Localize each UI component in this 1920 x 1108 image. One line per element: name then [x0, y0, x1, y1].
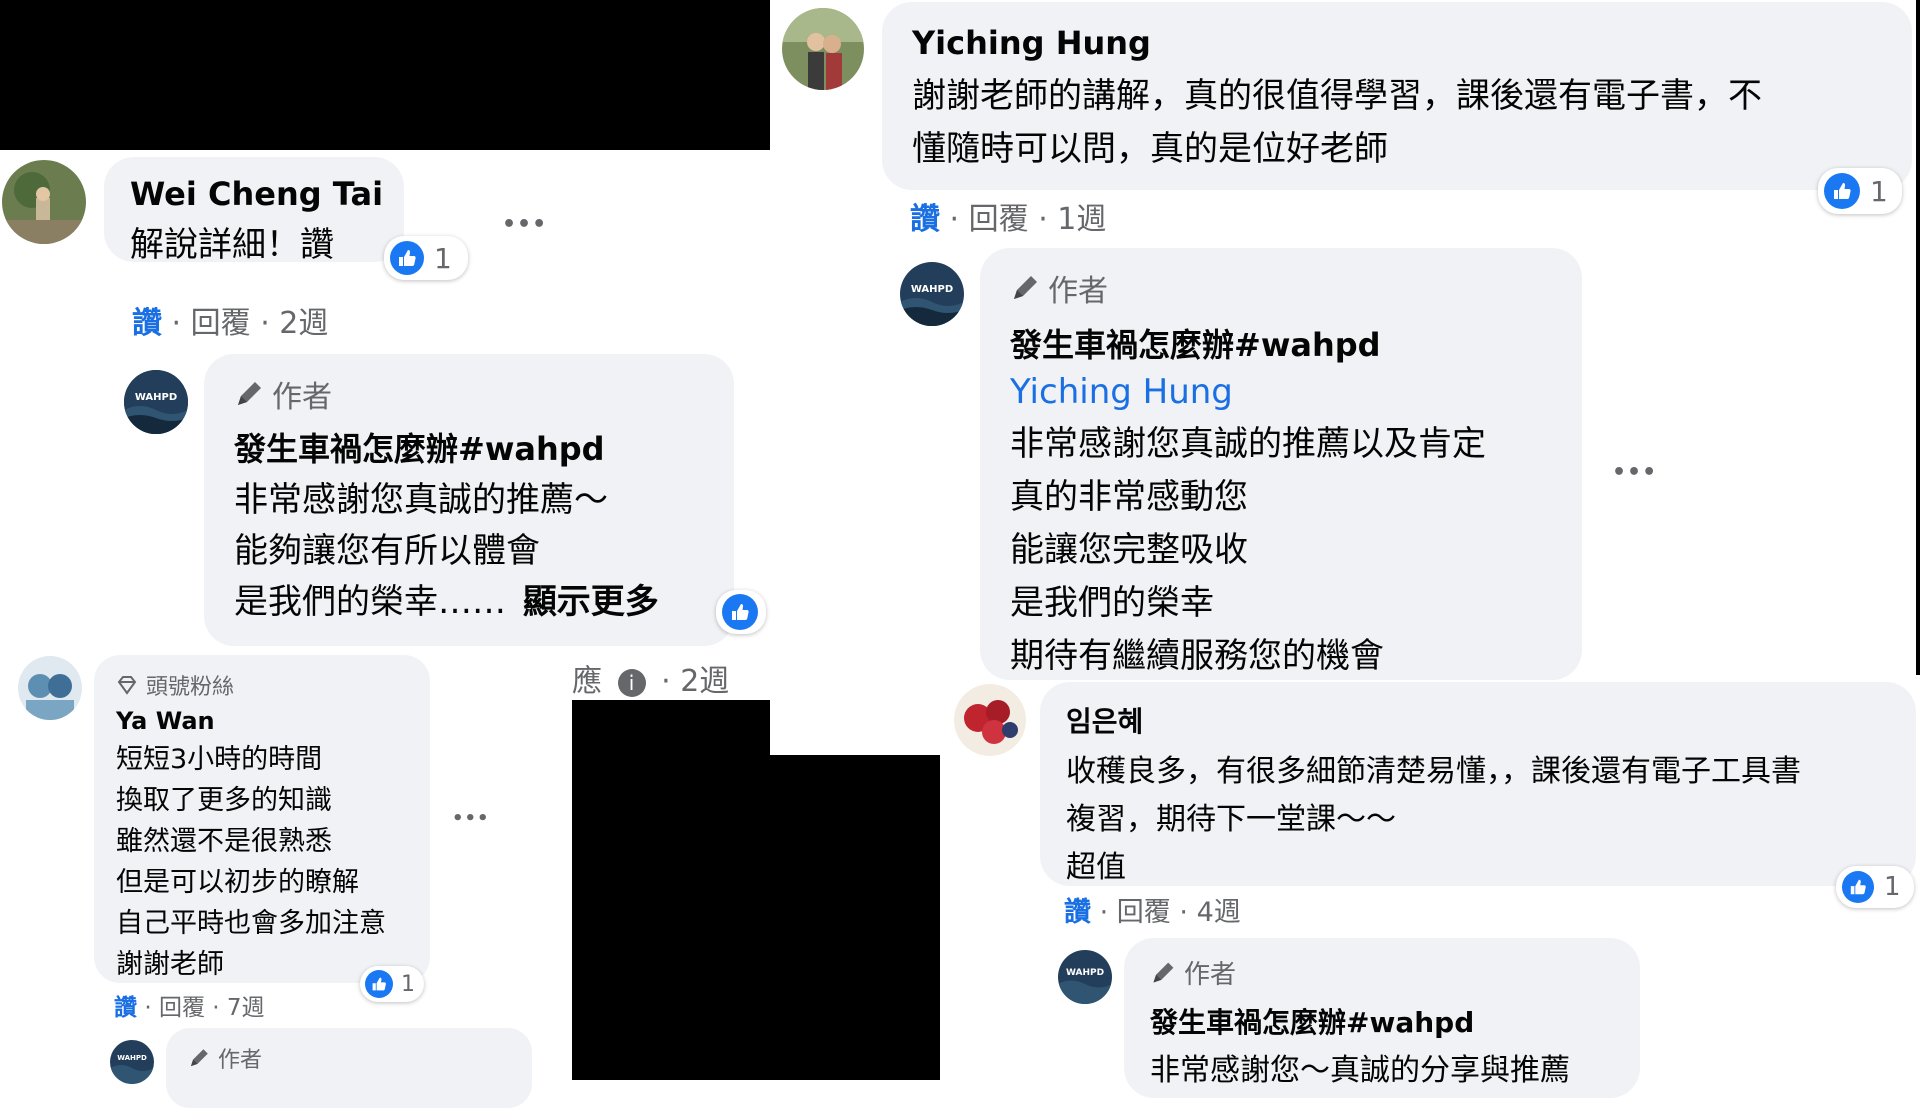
diamond-icon [117, 676, 137, 695]
avatar[interactable] [954, 684, 1026, 756]
reply-bubble: 作者 發生車禍怎麼辦#wahpd Yiching Hung 非常感謝您真誠的推薦… [980, 248, 1582, 680]
pencil-icon [1014, 276, 1037, 299]
like-reaction-icon [1824, 173, 1860, 209]
author-badge: 作者 [188, 1042, 510, 1074]
like-link[interactable]: 讚 [910, 202, 940, 237]
author-badge: 作者 [1010, 266, 1552, 310]
more-options-icon[interactable]: ••• [1612, 460, 1657, 485]
reply-text: 非常感謝您真誠的推薦～ [234, 480, 608, 520]
reaction-count: 1 [401, 971, 415, 997]
reply-link[interactable]: 回覆 [191, 306, 251, 341]
reply-text: 非常感謝您真誠的推薦以及肯定 [1010, 424, 1486, 464]
comment-text: 自己平時也會多加注意 [116, 908, 386, 939]
reply-text: 期待有繼續服務您的機會 [1010, 636, 1384, 676]
commenter-name[interactable]: Ya Wan [116, 707, 408, 735]
comment-text: 換取了更多的知識 [116, 785, 332, 816]
reply-text: 能夠讓您有所以體會 [234, 531, 540, 571]
svg-text:WAHPD: WAHPD [1066, 968, 1104, 978]
reply-link[interactable]: 回覆 [1117, 897, 1171, 928]
commenter-name[interactable]: 임은혜 [1066, 700, 1890, 740]
page-avatar[interactable]: WAHPD [124, 370, 188, 434]
commenter-name[interactable]: Yiching Hung [912, 24, 1882, 62]
svg-text:WAHPD: WAHPD [135, 392, 177, 403]
comment-bubble: 頭號粉絲 Ya Wan 短短3小時的時間 換取了更多的知識 雖然還不是很熟悉 但… [94, 655, 430, 983]
reaction-badge[interactable]: 1 [384, 236, 468, 280]
comment-actions: 讚 · 回覆 · 7週 [114, 995, 265, 1021]
commenter-name[interactable]: Wei Cheng Tai [130, 175, 383, 213]
reply-text: 是我們的榮幸 [1010, 583, 1214, 623]
reply-bubble: 作者 [166, 1028, 532, 1108]
redaction-block-middle-lower [770, 755, 940, 1080]
like-link[interactable]: 讚 [114, 995, 137, 1021]
like-link[interactable]: 讚 [132, 306, 162, 341]
pencil-icon [1153, 962, 1174, 983]
page-avatar[interactable]: WAHPD [1058, 950, 1112, 1004]
comment-bubble: Wei Cheng Tai 解說詳細！讚 [104, 157, 404, 265]
svg-text:WAHPD: WAHPD [911, 284, 953, 295]
page-avatar[interactable]: WAHPD [110, 1040, 154, 1084]
more-options-icon[interactable]: ••• [452, 808, 490, 829]
comment-text: 超值 [1066, 850, 1126, 885]
page-name[interactable]: 發生車禍怎麼辦#wahpd [1150, 1001, 1614, 1041]
reaction-badge[interactable] [716, 590, 766, 634]
reply-bubble: 作者 發生車禍怎麼辦#wahpd 非常感謝您真誠的推薦～ 能夠讓您有所以體會 是… [204, 354, 734, 646]
comment-text: 解說詳細！讚 [130, 225, 334, 265]
like-reaction-icon [390, 241, 424, 275]
like-reaction-icon [1842, 871, 1874, 903]
comment-time[interactable]: 7週 [227, 995, 265, 1021]
author-badge: 作者 [1150, 954, 1614, 991]
redaction-block-top-left [0, 0, 770, 150]
comment-text: 收穫良多，有很多細節清楚易懂，，課後還有電子工具書 [1066, 754, 1801, 789]
comment-text: 複習，期待下一堂課～～ [1066, 802, 1396, 837]
reaction-count: 1 [1870, 174, 1888, 208]
pencil-icon [190, 1049, 208, 1067]
comment-bubble: 임은혜 收穫良多，有很多細節清楚易懂，，課後還有電子工具書 複習，期待下一堂課～… [1040, 682, 1916, 886]
page-name[interactable]: 發生車禍怎麼辦#wahpd [1010, 320, 1552, 366]
comment-actions: 讚 · 回覆 · 2週 [132, 306, 329, 341]
reaction-badge[interactable]: 1 [1836, 866, 1914, 908]
comment-time[interactable]: 2週 [279, 306, 328, 341]
avatar[interactable] [18, 656, 82, 720]
reply-text: 是我們的榮幸…… 顯示更多 [234, 582, 659, 622]
comment-time[interactable]: 1週 [1057, 202, 1106, 237]
comment-text: 但是可以初步的瞭解 [116, 867, 359, 898]
comment-text: 雖然還不是很熟悉 [116, 826, 332, 857]
see-more-link[interactable]: 顯示更多 [523, 582, 659, 622]
more-options-icon[interactable]: ••• [502, 212, 547, 237]
avatar[interactable] [782, 8, 864, 90]
page-avatar[interactable]: WAHPD [900, 262, 964, 326]
author-badge: 作者 [234, 372, 704, 416]
redaction-block-middle [572, 700, 770, 1080]
reaction-count: 1 [1884, 872, 1901, 902]
top-fan-badge: 頭號粉絲 [116, 669, 408, 701]
reaction-badge[interactable]: 1 [1818, 168, 1902, 214]
reply-text: 非常感謝您～真誠的分享與推薦 [1150, 1053, 1570, 1088]
reply-bubble: 作者 發生車禍怎麼辦#wahpd 非常感謝您～真誠的分享與推薦 [1124, 938, 1640, 1098]
reply-link[interactable]: 回覆 [159, 995, 205, 1021]
comment-text: 短短3小時的時間 [116, 744, 323, 775]
comment-actions: 讚 · 回覆 · 1週 [910, 202, 1107, 237]
redaction-block-right-edge [1916, 0, 1920, 675]
reply-link[interactable]: 回覆 [969, 202, 1029, 237]
info-icon: i [617, 668, 646, 697]
pencil-icon [238, 382, 261, 405]
comment-bubble: Yiching Hung 謝謝老師的講解，真的很值得學習，課後還有電子書，不 懂… [882, 2, 1912, 190]
like-reaction-icon [722, 594, 758, 630]
svg-text:WAHPD: WAHPD [117, 1054, 147, 1062]
comment-text: 謝謝老師的講解，真的很值得學習，課後還有電子書，不 [912, 76, 1762, 116]
reply-text: 能讓您完整吸收 [1010, 530, 1248, 570]
like-reaction-icon [365, 970, 393, 998]
page-name[interactable]: 發生車禍怎麼辦#wahpd [234, 424, 704, 470]
mention-link[interactable]: Yiching Hung [1010, 372, 1552, 412]
comment-actions: 讚 · 回覆 · 4週 [1064, 897, 1241, 928]
reply-actions: 應 i · 2週 [572, 664, 730, 699]
reaction-count: 1 [434, 241, 452, 275]
like-link[interactable]: 讚 [1064, 897, 1091, 928]
reply-time[interactable]: 2週 [680, 664, 729, 699]
comment-text: 懂隨時可以問，真的是位好老師 [912, 129, 1388, 169]
avatar[interactable] [2, 160, 86, 244]
reaction-badge[interactable]: 1 [360, 966, 424, 1002]
comment-time[interactable]: 4週 [1197, 897, 1241, 928]
reply-text: 真的非常感動您 [1010, 477, 1248, 517]
